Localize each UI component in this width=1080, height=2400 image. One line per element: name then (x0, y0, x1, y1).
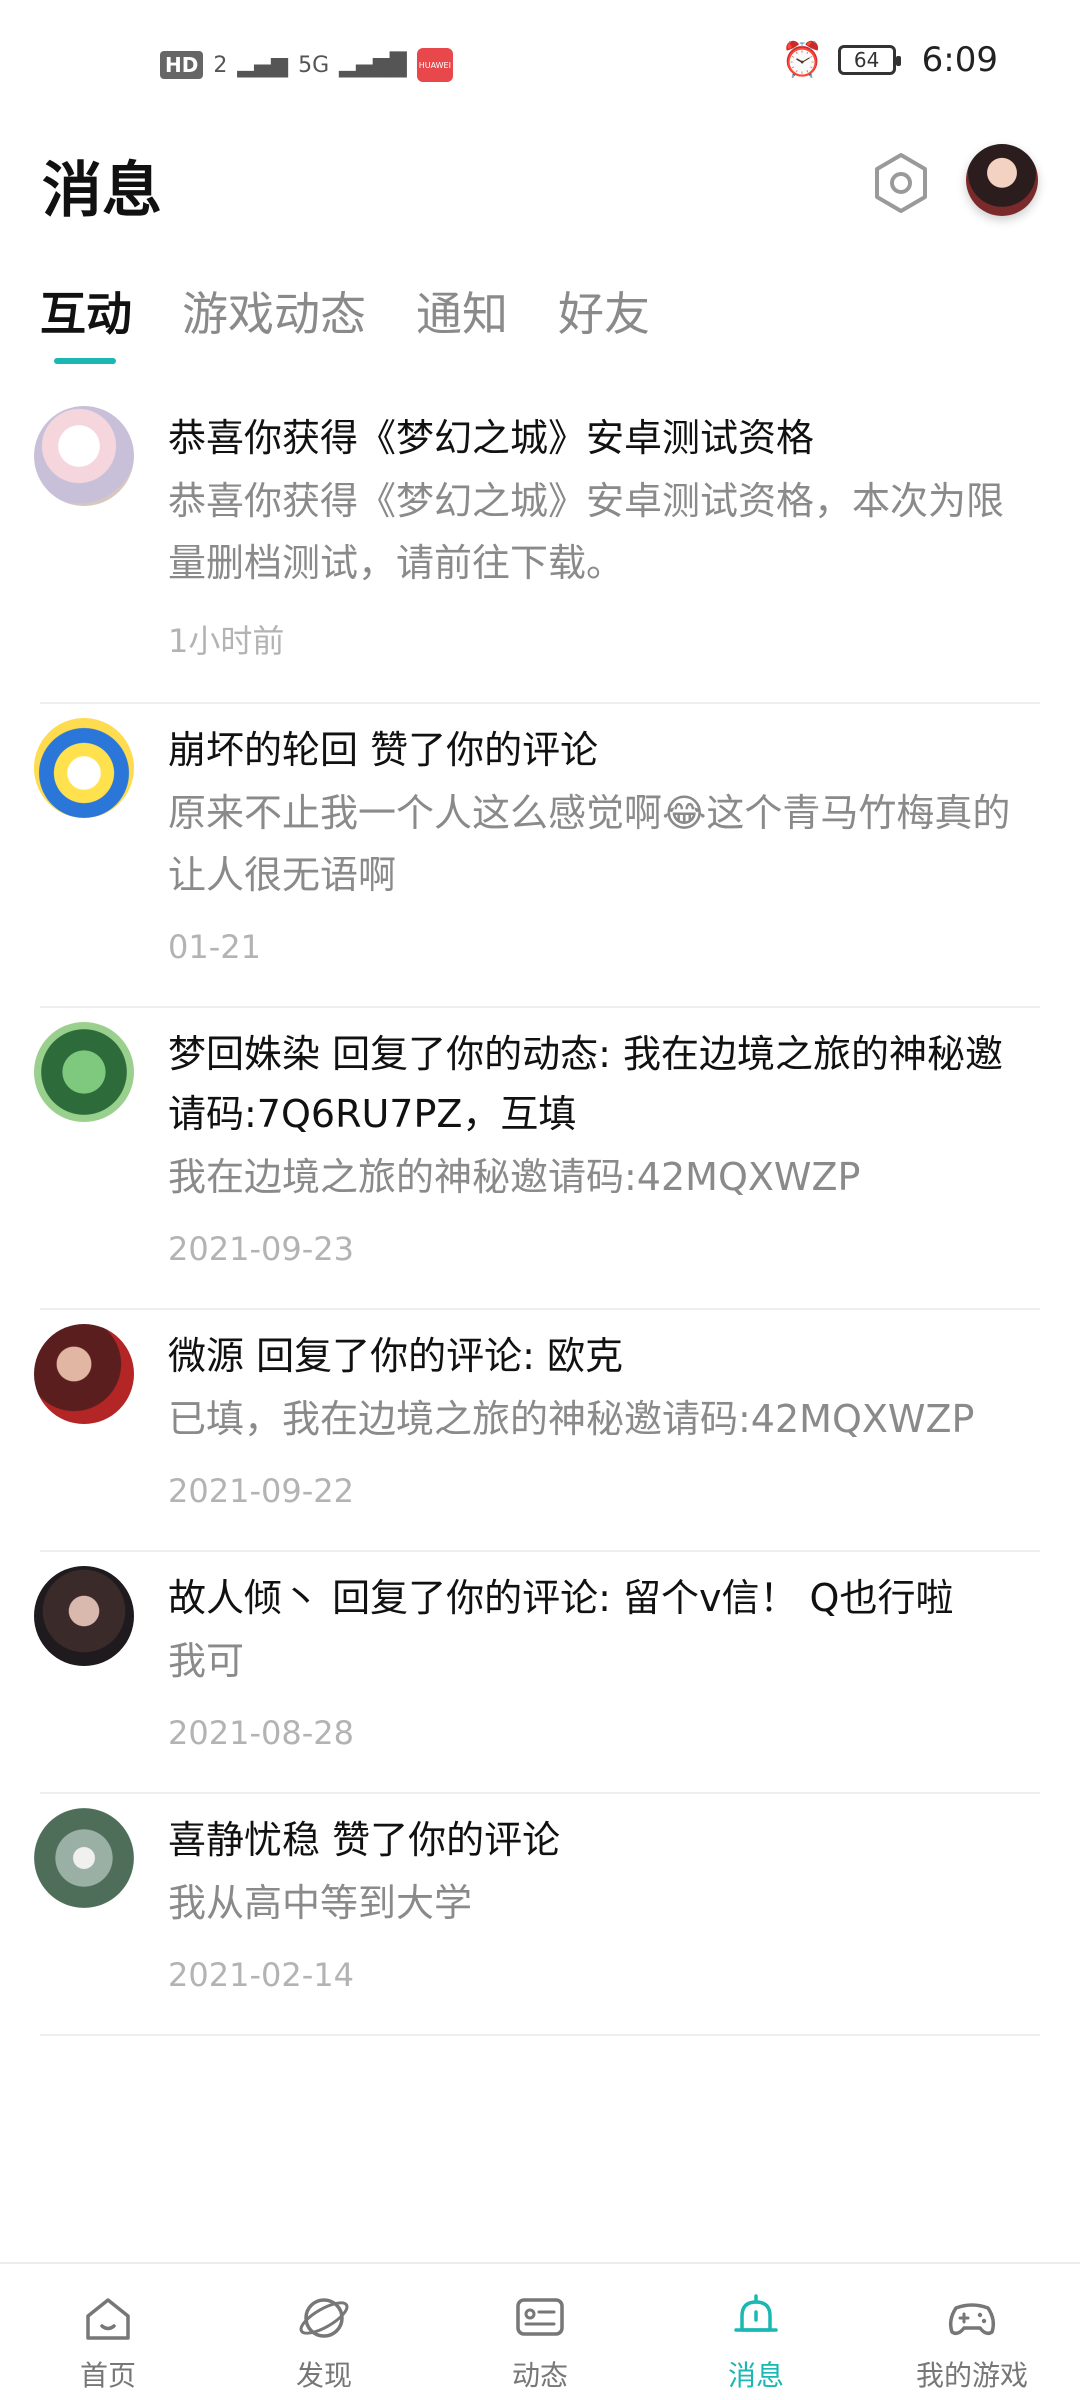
status-left: HD 2 ▂▄▆ 5G ▂▄▆█ HUAWEI (160, 48, 453, 82)
signal-icon: ▂▄▆ (237, 52, 289, 78)
nav-feed-label: 动态 (511, 2359, 568, 2392)
message-item[interactable]: 梦回姝染 回复了你的动态: 我在边境之旅的神秘邀请码:7Q6RU7PZ，互填 我… (34, 1008, 1040, 1310)
message-snippet: 已填，我在边境之旅的神秘邀请码:42MQXWZP (168, 1397, 975, 1441)
hd-badge: HD (160, 51, 204, 79)
message-tabs: 互动 游戏动态 通知 好友 (40, 278, 650, 364)
message-time: 2021-09-23 (168, 1230, 354, 1268)
nav-home[interactable]: 首页 (0, 2264, 216, 2400)
discover-icon (299, 2298, 349, 2338)
sim-indicator: 2 (213, 52, 228, 78)
message-item[interactable]: 故人倾丶 回复了你的评论: 留个v信！ Q也行啦 我可 2021-08-28 (34, 1552, 1040, 1794)
sender-avatar[interactable] (34, 406, 134, 506)
tab-notifications[interactable]: 通知 (416, 278, 508, 344)
status-right: ⏰ 64 6:09 (781, 40, 998, 80)
message-title: 梦回姝染 回复了你的动态: 我在边境之旅的神秘邀请码:7Q6RU7PZ，互填 (168, 1032, 1003, 1136)
nav-feed[interactable]: 动态 (432, 2264, 648, 2400)
message-snippet: 我从高中等到大学 (168, 1881, 473, 1925)
sender-avatar[interactable] (34, 1566, 134, 1666)
home-icon (86, 2298, 130, 2340)
huawei-app-icon: HUAWEI (416, 48, 453, 82)
tab-interaction[interactable]: 互动 (40, 278, 132, 364)
battery-level: 64 (853, 48, 880, 72)
message-item[interactable]: 恭喜你获得《梦幻之城》安卓测试资格 恭喜你获得《梦幻之城》安卓测试资格，本次为限… (34, 392, 1040, 704)
nav-discover[interactable]: 发现 (216, 2264, 432, 2400)
nav-home-label: 首页 (79, 2359, 136, 2392)
message-title: 喜静忧稳 赞了你的评论 (168, 1818, 561, 1862)
sender-avatar[interactable] (34, 1022, 134, 1122)
settings-button[interactable] (868, 150, 934, 216)
bell-icon (734, 2294, 778, 2332)
message-item[interactable]: 崩坏的轮回 赞了你的评论 原来不止我一个人这么感觉啊😂这个青马竹梅真的让人很无语… (34, 704, 1040, 1008)
message-title: 恭喜你获得《梦幻之城》安卓测试资格 (168, 416, 815, 460)
signal-icon-2: ▂▄▆█ (339, 52, 407, 78)
message-title: 微源 回复了你的评论: 欧克 (168, 1334, 623, 1378)
network-type: 5G (298, 52, 330, 78)
message-time: 2021-09-22 (168, 1472, 354, 1510)
nav-discover-label: 发现 (295, 2359, 352, 2392)
my-avatar[interactable] (966, 144, 1038, 216)
message-snippet: 我在边境之旅的神秘邀请码:42MQXWZP (168, 1155, 861, 1199)
sender-avatar[interactable] (34, 718, 134, 818)
message-time: 01-21 (168, 928, 261, 966)
nav-my-games-label: 我的游戏 (915, 2359, 1028, 2392)
page-title: 消息 (42, 156, 162, 226)
feed-icon (516, 2298, 564, 2336)
status-bar: HD 2 ▂▄▆ 5G ▂▄▆█ HUAWEI ⏰ 64 6:09 (0, 0, 1080, 130)
settings-icon (875, 153, 927, 213)
sender-avatar[interactable] (34, 1324, 134, 1424)
message-title: 崩坏的轮回 赞了你的评论 (168, 728, 599, 772)
battery-icon: 64 (837, 45, 901, 75)
nav-messages[interactable]: 消息 (648, 2264, 864, 2400)
message-time: 2021-08-28 (168, 1714, 354, 1752)
message-title: 故人倾丶 回复了你的评论: 留个v信！ Q也行啦 (168, 1576, 954, 1620)
alarm-icon: ⏰ (781, 40, 824, 80)
message-item[interactable]: 喜静忧稳 赞了你的评论 我从高中等到大学 2021-02-14 (34, 1794, 1040, 2036)
sender-avatar[interactable] (34, 1808, 134, 1908)
tab-game-news[interactable]: 游戏动态 (182, 278, 366, 344)
message-snippet: 原来不止我一个人这么感觉啊😂这个青马竹梅真的让人很无语啊 (168, 791, 1011, 897)
message-list: 恭喜你获得《梦幻之城》安卓测试资格 恭喜你获得《梦幻之城》安卓测试资格，本次为限… (0, 392, 1080, 2036)
clock: 6:09 (921, 40, 998, 80)
gamepad-icon (948, 2303, 996, 2336)
message-snippet: 恭喜你获得《梦幻之城》安卓测试资格，本次为限量删档测试，请前往下载。 (168, 479, 1005, 585)
message-item[interactable]: 微源 回复了你的评论: 欧克 已填，我在边境之旅的神秘邀请码:42MQXWZP … (34, 1310, 1040, 1552)
nav-messages-label: 消息 (727, 2359, 784, 2392)
message-snippet: 我可 (168, 1639, 245, 1683)
tab-friends[interactable]: 好友 (558, 278, 650, 344)
nav-my-games[interactable]: 我的游戏 (864, 2264, 1080, 2400)
message-time: 2021-02-14 (168, 1956, 354, 1994)
bottom-nav: 首页 发现 动态 消息 我的游戏 (0, 2262, 1080, 2400)
message-time: 1小时前 (168, 622, 285, 660)
